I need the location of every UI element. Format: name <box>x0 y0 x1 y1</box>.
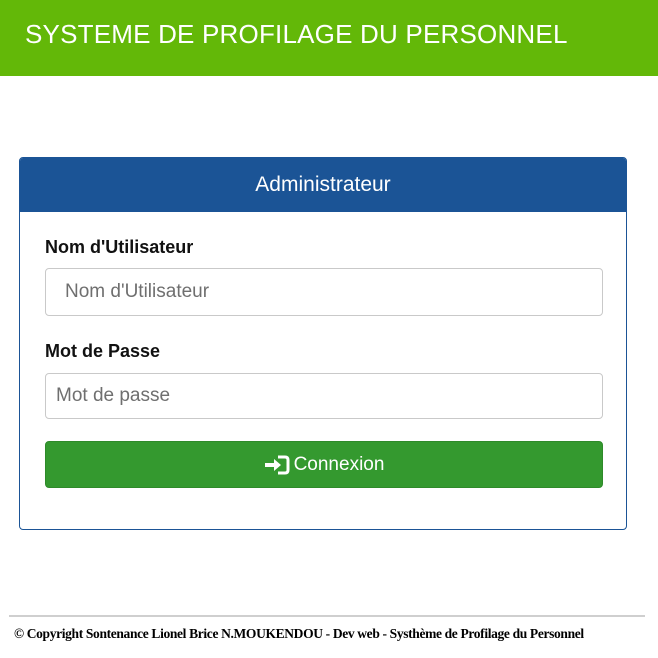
login-button[interactable]: Connexion <box>45 441 603 488</box>
login-button-label: Connexion <box>293 453 385 475</box>
login-panel: Administrateur Nom d'Utilisateur Mot de … <box>19 157 627 530</box>
app-header: SYSTEME DE PROFILAGE DU PERSONNEL <box>0 0 658 76</box>
panel-heading: Administrateur <box>20 158 626 212</box>
footer-copyright: © Copyright Sontenance Lionel Brice N.MO… <box>14 626 584 641</box>
password-input[interactable] <box>45 373 603 419</box>
footer-divider <box>9 615 645 617</box>
sign-in-icon <box>264 455 290 475</box>
panel-title: Administrateur <box>255 173 391 196</box>
username-input[interactable] <box>45 268 603 316</box>
login-page: SYSTEME DE PROFILAGE DU PERSONNEL Admini… <box>0 0 658 658</box>
username-label: Nom d'Utilisateur <box>45 237 194 257</box>
app-title: SYSTEME DE PROFILAGE DU PERSONNEL <box>25 19 568 49</box>
password-label: Mot de Passe <box>45 341 161 361</box>
